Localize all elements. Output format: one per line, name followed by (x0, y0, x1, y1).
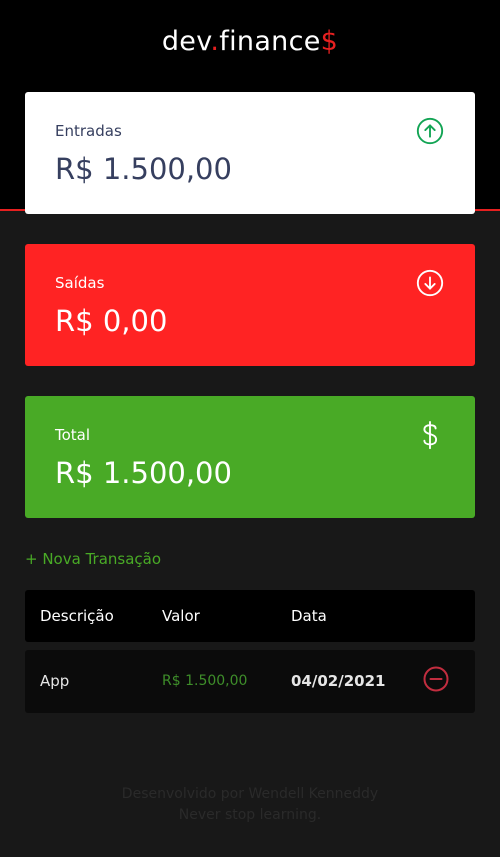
arrow-down-circle-icon (416, 269, 444, 297)
dollar-icon (423, 420, 438, 450)
logo-dot: . (210, 26, 220, 57)
total-value: R$ 1.500,00 (55, 456, 232, 490)
arrow-up-circle-icon (416, 117, 444, 145)
income-value: R$ 1.500,00 (55, 152, 232, 186)
expense-label: Saídas (55, 274, 105, 292)
income-label: Entradas (55, 122, 122, 140)
row-amount: R$ 1.500,00 (162, 673, 248, 689)
logo-prefix: dev (161, 26, 211, 57)
expense-value: R$ 0,00 (55, 304, 168, 338)
new-transaction-button[interactable]: + Nova Transação (25, 550, 161, 568)
row-description: App (40, 672, 70, 690)
total-label: Total (55, 426, 91, 444)
income-card: Entradas R$ 1.500,00 (25, 92, 475, 214)
footer-credit: Desenvolvido por Wendell Kenneddy (121, 786, 379, 802)
row-date: 04/02/2021 (291, 672, 386, 690)
logo-dollar: $ (320, 26, 339, 57)
app-page: dev.finance$ Entradas R$ 1.500,00 Saídas… (0, 0, 500, 857)
column-header-amount: Valor (162, 607, 200, 625)
logo-main: finance (219, 26, 321, 57)
footer: Desenvolvido por Wendell Kenneddy Never … (0, 784, 500, 826)
logo: dev.finance$ (0, 26, 500, 57)
column-header-description: Descrição (40, 607, 114, 625)
table-row: App R$ 1.500,00 04/02/2021 (25, 650, 475, 713)
transactions-table-header: Descrição Valor Data (25, 590, 475, 642)
footer-tagline: Never stop learning. (178, 807, 322, 823)
column-header-date: Data (291, 607, 327, 625)
minus-circle-icon[interactable] (422, 665, 450, 693)
expense-card: Saídas R$ 0,00 (25, 244, 475, 366)
total-card: Total R$ 1.500,00 (25, 396, 475, 518)
